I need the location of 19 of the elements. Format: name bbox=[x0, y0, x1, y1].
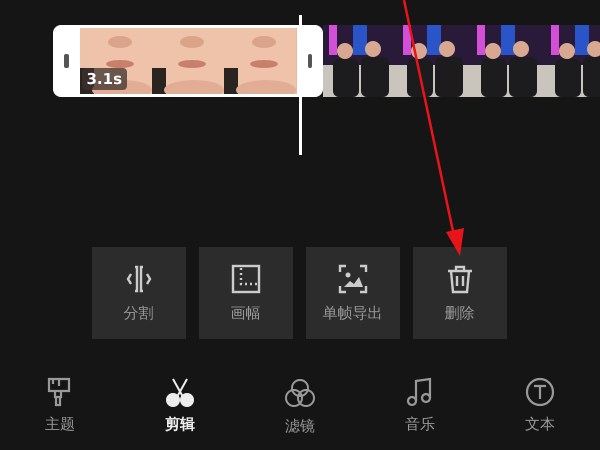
text-tab[interactable]: 文本 bbox=[480, 377, 600, 436]
music-tab[interactable]: 音乐 bbox=[360, 377, 480, 436]
filter-tab[interactable]: 滤镜 bbox=[240, 377, 360, 436]
trim-handle[interactable] bbox=[308, 54, 312, 68]
delete-button[interactable]: 删除 bbox=[412, 247, 506, 339]
duration-label: 3.1s bbox=[82, 68, 128, 90]
filter-icon bbox=[284, 377, 316, 409]
text-icon bbox=[525, 377, 555, 407]
crop-icon bbox=[230, 264, 260, 294]
export-button[interactable]: 单帧导出 bbox=[306, 247, 400, 339]
selected-clip[interactable]: 3.1s bbox=[53, 25, 323, 97]
split-icon bbox=[124, 264, 154, 294]
split-button[interactable]: 分割 bbox=[92, 247, 186, 339]
canvas-button[interactable]: 画幅 bbox=[198, 247, 292, 339]
image-icon bbox=[338, 264, 368, 294]
scissors-icon bbox=[165, 377, 195, 407]
theme-tab[interactable]: 主题 bbox=[0, 377, 120, 436]
edit-tab[interactable]: 剪辑 bbox=[120, 377, 240, 436]
trim-handle[interactable] bbox=[64, 54, 68, 68]
